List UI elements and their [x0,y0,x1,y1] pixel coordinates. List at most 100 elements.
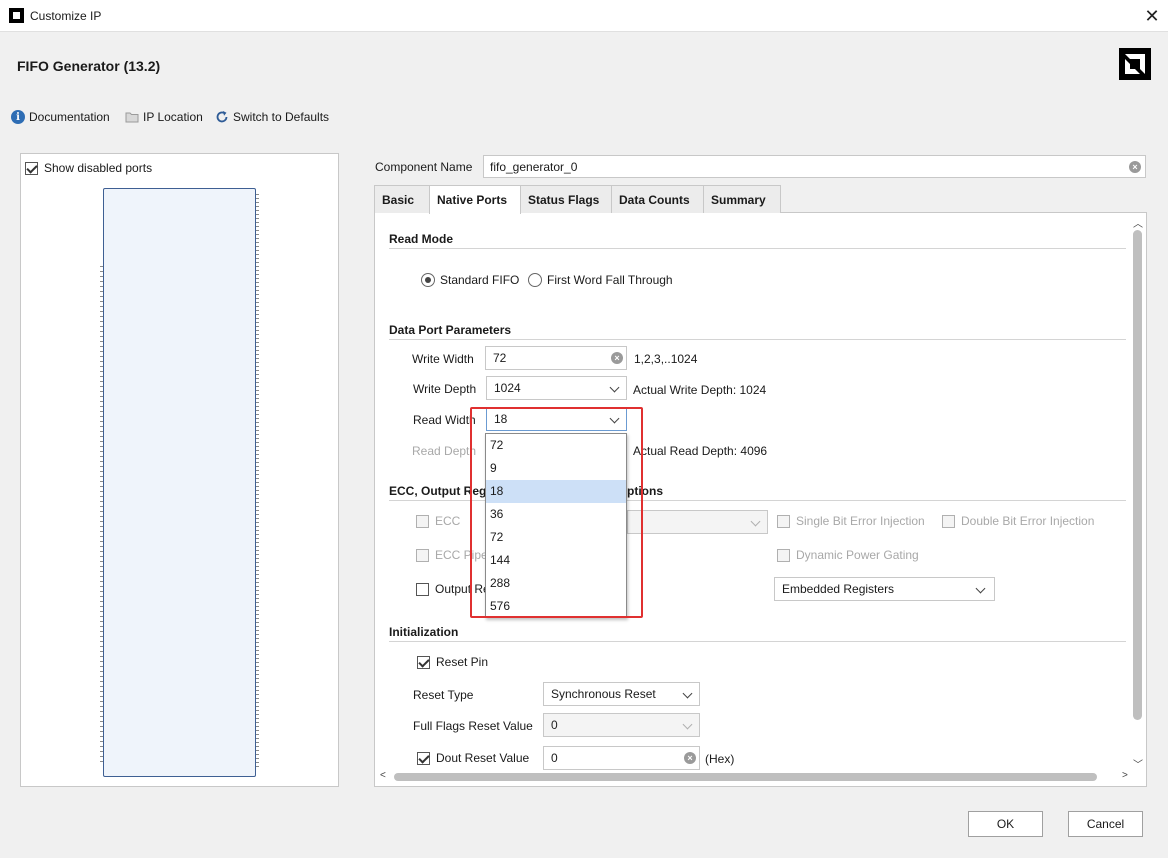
data-port-heading: Data Port Parameters [389,323,512,337]
chevron-down-icon [682,719,693,730]
initialization-heading: Initialization [389,625,459,639]
checkbox-icon [777,514,790,528]
refresh-icon [215,110,229,124]
ip-symbol-block [103,188,256,777]
ecc-mode-select[interactable] [627,510,768,534]
close-button[interactable]: ✕ [1140,4,1164,28]
radio-icon [528,273,542,287]
amd-logo-icon [1119,48,1151,80]
horizontal-scrollbar[interactable] [394,773,1097,781]
full-flags-reset-label: Full Flags Reset Value [413,719,533,733]
scroll-left-arrow[interactable]: < [380,770,386,781]
documentation-link[interactable]: i Documentation [11,109,110,125]
tab-strip: Basic Native Ports Status Flags Data Cou… [374,185,1147,214]
component-name-label: Component Name [375,160,473,174]
register-type-value: Embedded Registers [782,582,895,596]
write-depth-select[interactable]: 1024 [486,376,627,400]
dout-unit: (Hex) [705,752,735,766]
switch-to-defaults-link[interactable]: Switch to Defaults [215,109,329,125]
write-width-hint: 1,2,3,..1024 [634,352,698,366]
read-width-label: Read Width [413,413,476,427]
double-bit-label: Double Bit Error Injection [961,514,1095,528]
ecc-label: ECC [435,514,461,528]
checkbox-icon [777,548,790,562]
highlight-box [470,407,643,618]
dynamic-power-label: Dynamic Power Gating [796,548,919,562]
checkbox-icon [417,751,430,765]
checkbox-icon [417,655,430,669]
clear-icon[interactable]: × [611,352,623,364]
ip-title: FIFO Generator (13.2) [17,58,161,74]
checkbox-icon [942,514,955,528]
read-depth-hint: Actual Read Depth: 4096 [633,444,768,458]
dout-reset-checkbox[interactable]: Dout Reset Value [417,751,529,765]
tab-status-flags[interactable]: Status Flags [520,185,612,213]
tab-data-counts[interactable]: Data Counts [611,185,704,213]
tab-summary[interactable]: Summary [703,185,781,213]
ip-location-link[interactable]: IP Location [125,109,203,125]
divider [389,339,1126,340]
reset-pin-label: Reset Pin [436,655,489,669]
window-title: Customize IP [30,9,102,23]
dout-reset-label: Dout Reset Value [436,751,530,765]
write-width-input[interactable]: 72 × [485,346,627,370]
checkbox-icon [416,514,429,528]
single-bit-error-checkbox[interactable]: Single Bit Error Injection [777,514,925,528]
register-type-select[interactable]: Embedded Registers [774,577,995,601]
app-logo-icon [9,8,24,23]
divider [389,248,1126,249]
write-depth-hint: Actual Write Depth: 1024 [633,383,767,397]
checkbox-icon [416,582,429,596]
write-depth-label: Write Depth [413,382,477,396]
folder-icon [125,110,139,124]
write-depth-value: 1024 [494,381,521,395]
write-width-label: Write Width [412,352,474,366]
info-icon: i [11,110,25,124]
double-bit-error-checkbox[interactable]: Double Bit Error Injection [942,514,1094,528]
switch-to-defaults-label: Switch to Defaults [233,110,330,124]
reset-type-label: Reset Type [413,688,474,702]
ip-location-label: IP Location [143,110,203,124]
radio-label: Standard FIFO [440,273,520,287]
dout-reset-input[interactable]: 0 × [543,746,700,770]
chevron-down-icon [609,382,620,393]
checkbox-icon [416,548,429,562]
scroll-up-arrow[interactable]: ︿ [1133,215,1143,230]
checkbox-icon [25,161,38,175]
tab-basic[interactable]: Basic [374,185,430,213]
clear-icon[interactable]: × [684,752,696,764]
vertical-scrollbar[interactable] [1133,230,1142,720]
chevron-down-icon [975,583,986,594]
title-bar [0,0,1168,32]
radio-label: First Word Fall Through [547,273,673,287]
scroll-down-arrow[interactable]: ﹀ [1133,756,1143,771]
show-disabled-ports-checkbox[interactable]: Show disabled ports [25,161,152,175]
dynamic-power-gating-checkbox[interactable]: Dynamic Power Gating [777,548,919,562]
tab-native-ports[interactable]: Native Ports [429,185,521,214]
ok-button[interactable]: OK [968,811,1043,837]
radio-standard-fifo[interactable]: Standard FIFO [421,273,519,287]
reset-type-select[interactable]: Synchronous Reset [543,682,700,706]
show-disabled-ports-label: Show disabled ports [44,161,153,175]
cancel-button[interactable]: Cancel [1068,811,1143,837]
component-name-input[interactable]: fifo_generator_0 × [483,155,1146,178]
dout-reset-value: 0 [551,751,558,765]
reset-type-value: Synchronous Reset [551,687,656,701]
component-name-value: fifo_generator_0 [490,160,578,174]
documentation-label: Documentation [29,110,110,124]
read-mode-heading: Read Mode [389,232,454,246]
reset-pin-checkbox[interactable]: Reset Pin [417,655,488,669]
radio-first-word-fall-through[interactable]: First Word Fall Through [528,273,673,287]
write-width-value: 72 [493,351,507,365]
read-depth-label: Read Depth [412,444,477,458]
chevron-down-icon [750,516,761,527]
output-pins [256,194,259,770]
single-bit-label: Single Bit Error Injection [796,514,925,528]
full-flags-reset-select[interactable]: 0 [543,713,700,737]
chevron-down-icon [682,688,693,699]
ecc-checkbox[interactable]: ECC [416,514,460,528]
scroll-right-arrow[interactable]: > [1122,770,1128,781]
clear-icon[interactable]: × [1129,161,1141,173]
input-pins [100,266,103,766]
divider [389,641,1126,642]
